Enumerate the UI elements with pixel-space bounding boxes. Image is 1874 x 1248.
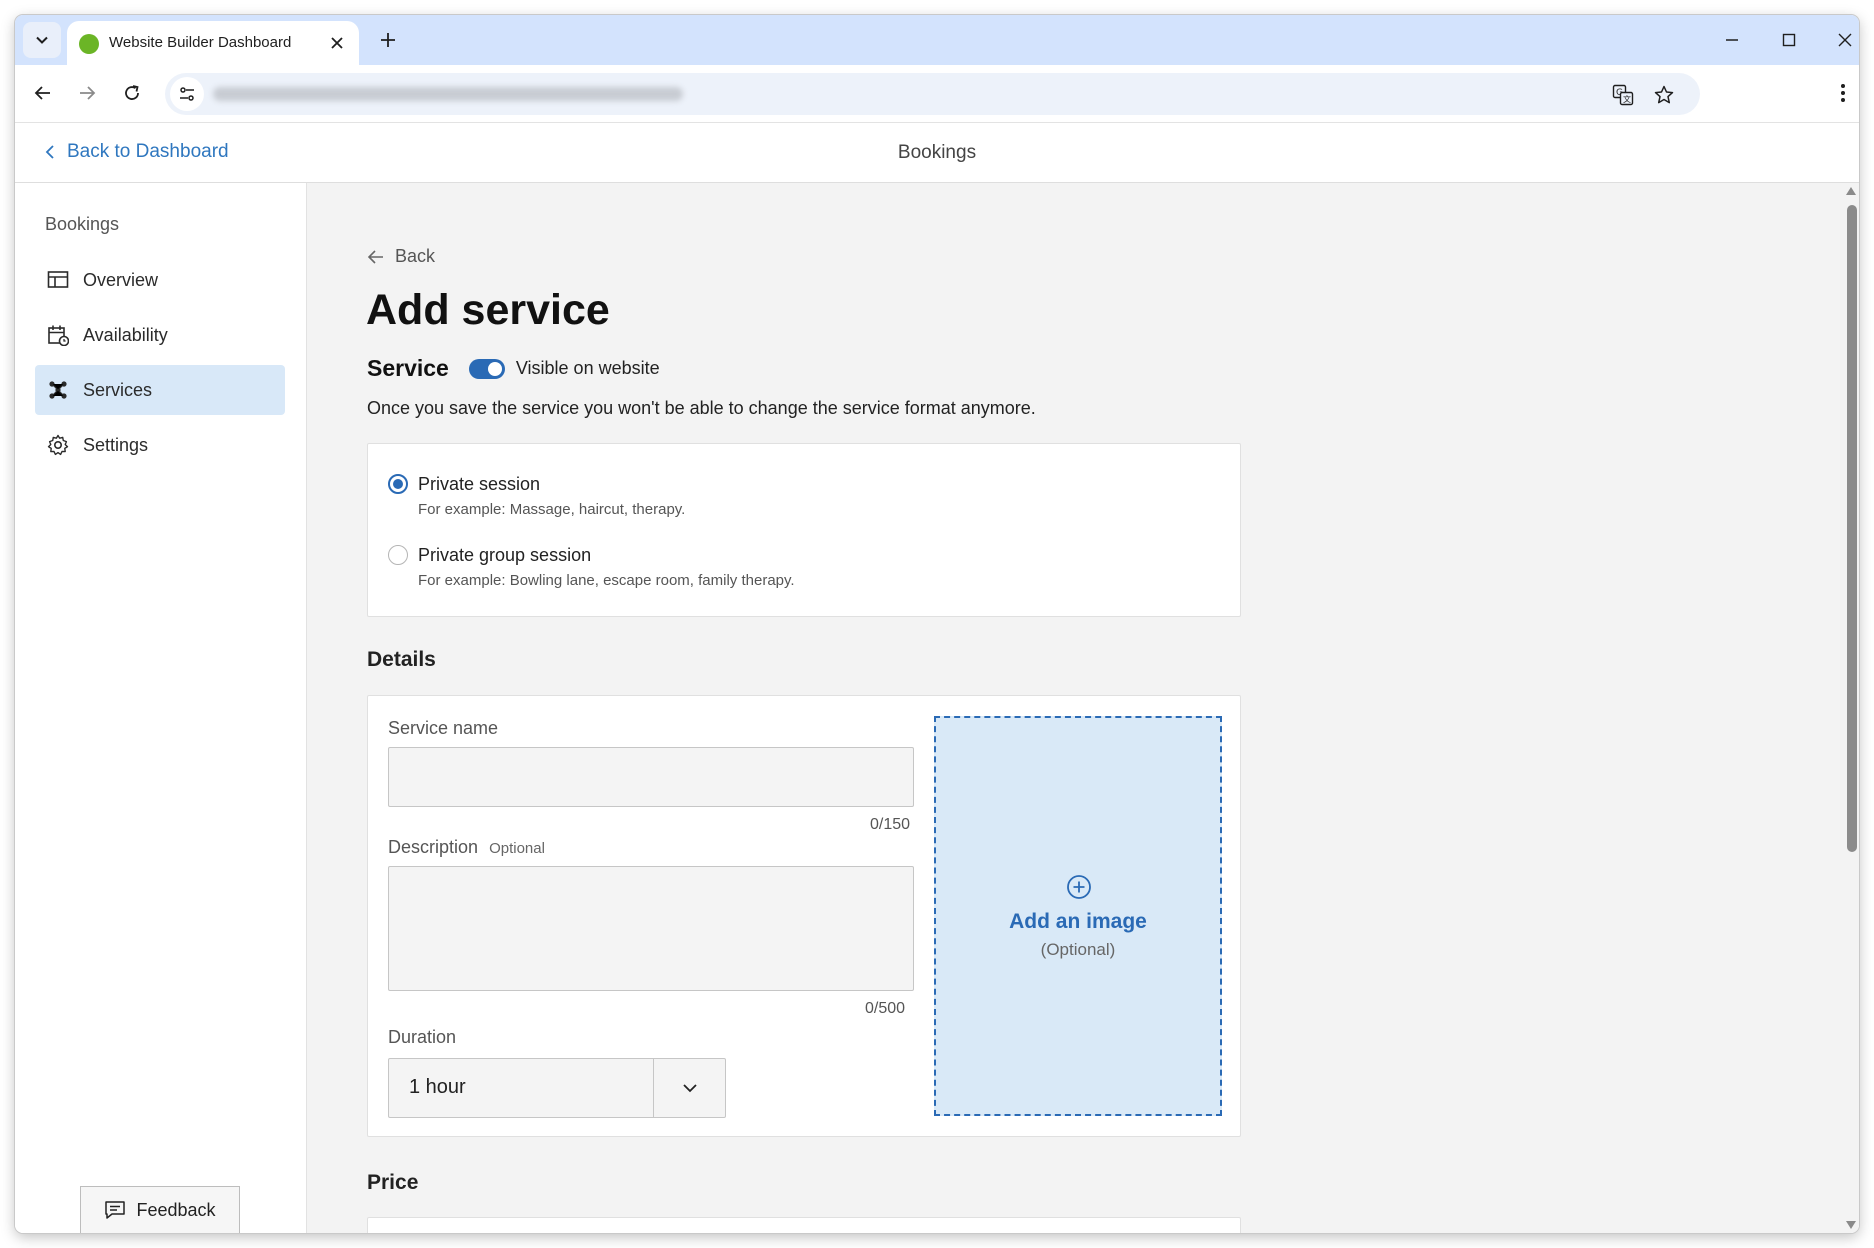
format-option-private-group-session[interactable]: Private group session For example: Bowli… <box>388 545 795 589</box>
service-label: Service <box>367 355 449 381</box>
app-header-title: Bookings <box>897 142 977 163</box>
scroll-up-arrow[interactable] <box>1846 187 1856 195</box>
plus-circle-icon <box>1067 875 1091 899</box>
add-image-dropzone[interactable]: Add an image (Optional) <box>934 716 1222 1116</box>
bookmark-button[interactable] <box>1650 81 1678 109</box>
star-icon <box>1654 85 1674 104</box>
visible-on-website-label: Visible on website <box>515 358 660 378</box>
service-format-card: Private session For example: Massage, ha… <box>367 443 1241 617</box>
duration-value: 1 hour <box>409 1076 466 1098</box>
service-name-counter: 0/150 <box>870 816 911 833</box>
reload-button[interactable] <box>116 77 148 109</box>
service-name-label: Service name <box>388 718 499 738</box>
scrollbar-thumb[interactable] <box>1847 205 1857 852</box>
browser-tab[interactable]: Website Builder Dashboard <box>67 21 359 65</box>
duration-label: Duration <box>388 1027 457 1047</box>
page-title: Add service <box>366 286 610 334</box>
sidebar-item-settings[interactable]: Settings <box>35 420 285 470</box>
layout-icon <box>47 269 69 291</box>
sidebar-item-label: Overview <box>83 269 159 290</box>
main-scrollbar[interactable] <box>1845 183 1859 1233</box>
add-image-label: Add an image <box>1009 910 1147 933</box>
browser-back-button[interactable] <box>27 77 59 109</box>
back-link-label: Back <box>395 246 436 266</box>
main-content: Back Add service Service Visible on webs… <box>307 183 1859 1233</box>
translate-icon: G文 <box>1612 84 1634 106</box>
service-name-input[interactable] <box>388 747 914 807</box>
price-card <box>367 1217 1241 1233</box>
site-favicon-icon <box>79 34 99 54</box>
description-label: Description <box>388 837 479 857</box>
description-optional-label: Optional <box>489 840 545 857</box>
format-option-title: Private group session <box>418 545 592 565</box>
tune-icon <box>180 87 194 101</box>
visible-on-website-toggle[interactable] <box>468 358 505 379</box>
tab-search-button[interactable] <box>23 22 61 58</box>
calendar-clock-icon <box>47 324 69 346</box>
site-info-button[interactable] <box>170 77 204 111</box>
browser-window: Website Builder Dashboard G 文 Back to Da… <box>15 15 1859 1233</box>
close-icon <box>1838 33 1852 47</box>
tab-close-button[interactable] <box>325 31 349 55</box>
details-heading: Details <box>367 648 436 671</box>
scroll-down-arrow[interactable] <box>1846 1221 1856 1229</box>
description-counter: 0/500 <box>865 1000 906 1017</box>
new-tab-button[interactable] <box>373 25 403 55</box>
format-option-private-session[interactable]: Private session For example: Massage, ha… <box>388 474 685 518</box>
sidebar-heading: Bookings <box>45 214 120 234</box>
sidebar-item-label: Settings <box>83 434 149 455</box>
maximize-icon <box>1782 33 1796 47</box>
translate-button[interactable]: G文 <box>1609 81 1637 109</box>
window-close-button[interactable] <box>1832 27 1858 53</box>
sidebar-item-availability[interactable]: Availability <box>35 310 285 360</box>
sidebar-item-overview[interactable]: Overview <box>35 255 285 305</box>
arrow-left-icon <box>34 86 50 100</box>
toggle-knob <box>487 361 502 376</box>
app-header: Back to Dashboard Bookings <box>15 123 1859 183</box>
more-vertical-icon <box>1841 84 1845 102</box>
browser-forward-button[interactable] <box>71 77 103 109</box>
details-card: Service name 0/150 Description Optional … <box>367 695 1241 1137</box>
add-image-optional-label: (Optional) <box>1040 940 1116 959</box>
feedback-label: Feedback <box>136 1199 216 1220</box>
maximize-button[interactable] <box>1776 27 1802 53</box>
arrow-left-icon <box>367 249 383 264</box>
chevron-down-icon <box>682 1084 697 1093</box>
description-label-row: Description Optional <box>388 837 545 858</box>
browser-menu-button[interactable] <box>1827 77 1859 109</box>
tab-title: Website Builder Dashboard <box>109 34 292 51</box>
feedback-button[interactable]: Feedback <box>80 1186 240 1233</box>
sidebar-item-services[interactable]: Services <box>35 365 285 415</box>
minimize-icon <box>1726 39 1738 41</box>
duration-dropdown-button[interactable] <box>653 1059 725 1117</box>
comment-icon <box>105 1201 126 1219</box>
duration-select[interactable]: 1 hour <box>388 1058 726 1118</box>
format-option-title: Private session <box>418 474 541 494</box>
reload-icon <box>125 85 139 100</box>
price-heading: Price <box>367 1171 419 1194</box>
tab-strip: Website Builder Dashboard <box>15 15 1859 65</box>
radio-unselected[interactable] <box>388 545 408 565</box>
radio-selected[interactable] <box>388 474 408 494</box>
plus-icon <box>381 33 395 47</box>
chevron-down-icon <box>36 36 48 44</box>
format-option-example: For example: Massage, haircut, therapy. <box>418 501 686 518</box>
service-visibility-row: Service Visible on website <box>367 355 660 382</box>
gear-icon <box>47 434 69 456</box>
sidebar: Bookings Overview Availability Services … <box>15 183 307 1233</box>
address-bar[interactable]: G文 <box>165 73 1700 115</box>
sidebar-item-label: Services <box>83 379 153 400</box>
minimize-button[interactable] <box>1719 27 1745 53</box>
svg-text:文: 文 <box>1623 94 1631 104</box>
back-link[interactable]: Back <box>367 246 435 267</box>
format-option-example: For example: Bowling lane, escape room, … <box>418 572 795 589</box>
url-text-redacted <box>213 87 683 101</box>
description-textarea[interactable] <box>388 866 914 991</box>
sidebar-item-label: Availability <box>83 324 168 345</box>
service-format-note: Once you save the service you won't be a… <box>367 398 1036 418</box>
browser-toolbar: G文 <box>15 65 1859 123</box>
close-icon <box>331 37 343 49</box>
arrow-right-icon <box>80 86 96 100</box>
services-icon <box>47 379 69 401</box>
